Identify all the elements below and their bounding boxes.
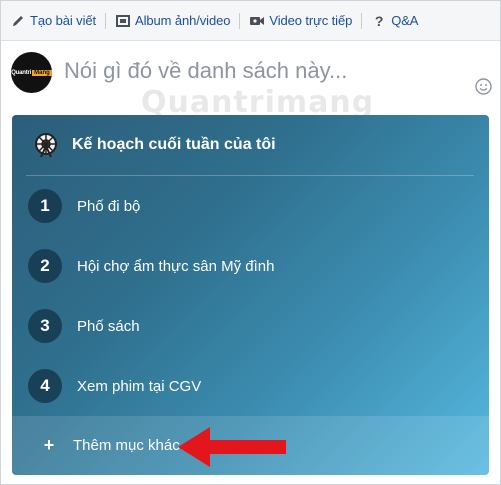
composer-tab-bar: Tạo bài viết Album ảnh/video Video trực …: [1, 1, 500, 41]
avatar: Quantri Mang: [11, 52, 52, 93]
item-label[interactable]: Phố đi bộ: [77, 198, 140, 215]
tab-create-post[interactable]: Tạo bài viết: [1, 1, 105, 41]
divider: [26, 175, 474, 176]
item-number-badge: 4: [28, 369, 62, 403]
list-item[interactable]: 3 Phố sách: [28, 308, 468, 344]
list-item[interactable]: 2 Hội chợ ẩm thực sân Mỹ đình: [28, 248, 468, 284]
item-number-badge: 3: [28, 309, 62, 343]
item-number-badge: 2: [28, 249, 62, 283]
tab-photo-album[interactable]: Album ảnh/video: [106, 1, 239, 41]
post-composer-window: Tạo bài viết Album ảnh/video Video trực …: [0, 0, 501, 485]
tab-qa-label: Q&A: [391, 13, 419, 28]
ferris-wheel-icon: [35, 133, 57, 158]
red-arrow-annotation-icon: [178, 427, 286, 467]
item-label[interactable]: Xem phim tại CGV: [77, 378, 201, 395]
item-number-badge: 1: [28, 189, 62, 223]
list-card: Kế hoạch cuối tuần của tôi 1 Phố đi bộ 2…: [12, 115, 489, 475]
tab-create-post-label: Tạo bài viết: [30, 13, 97, 28]
composer-placeholder[interactable]: Nói gì đó về danh sách này...: [64, 58, 347, 84]
plus-icon: +: [43, 435, 55, 455]
tab-live-video-label: Video trực tiếp: [269, 13, 353, 28]
item-label[interactable]: Hội chợ ẩm thực sân Mỹ đình: [77, 258, 274, 275]
video-camera-icon: [249, 13, 265, 29]
list-item[interactable]: 1 Phố đi bộ: [28, 188, 468, 224]
add-item-label: Thêm mục khác: [73, 437, 180, 454]
emoji-icon[interactable]: [475, 78, 492, 95]
list-title: Kế hoạch cuối tuần của tôi: [72, 136, 276, 153]
avatar-logo-text: Quantri: [11, 69, 32, 76]
tab-live-video[interactable]: Video trực tiếp: [240, 1, 361, 41]
item-label[interactable]: Phố sách: [77, 318, 140, 335]
avatar-logo-badge: Mang: [32, 69, 52, 76]
pencil-icon: [10, 13, 26, 29]
tab-qa[interactable]: ? Q&A: [362, 1, 427, 41]
composer[interactable]: Quantri Mang Nói gì đó về danh sách này..…: [1, 42, 500, 102]
list-card-header: Kế hoạch cuối tuần của tôi: [12, 115, 489, 175]
list-item[interactable]: 4 Xem phim tại CGV: [28, 368, 468, 404]
question-icon: ?: [374, 12, 384, 29]
tab-photo-album-label: Album ảnh/video: [135, 13, 231, 28]
photo-album-icon: [115, 13, 131, 29]
